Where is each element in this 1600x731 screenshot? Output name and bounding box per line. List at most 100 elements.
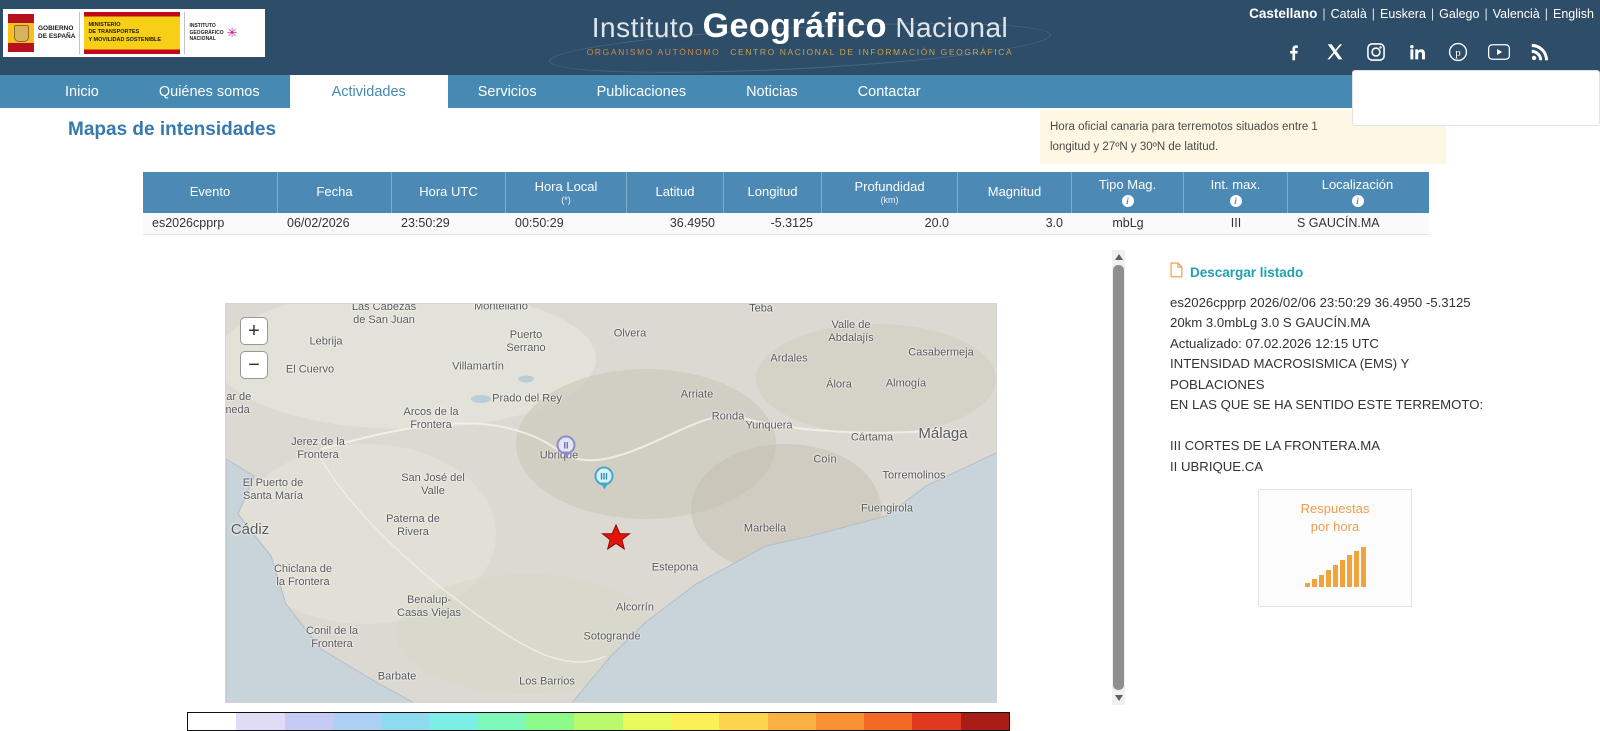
rss-icon[interactable] [1528, 40, 1552, 64]
social-icons: p [1282, 40, 1552, 64]
ign-logo[interactable]: Instituto Geográfico Nacional Organismo … [480, 7, 1120, 57]
language-link-english[interactable]: English [1553, 7, 1594, 21]
scale-segment [526, 713, 574, 730]
table-cell: 00:50:29 [506, 213, 627, 234]
language-separator: | [1322, 7, 1325, 21]
intensity-pin-III[interactable]: III [595, 467, 614, 486]
nav-item-qui-nes-somos[interactable]: Quiénes somos [129, 75, 290, 108]
scale-segment [719, 713, 767, 730]
language-link-catal[interactable]: Català [1331, 7, 1367, 21]
column-header-label: Latitud [655, 185, 694, 200]
column-header: Tipo Mag. i [1072, 172, 1184, 213]
table-body: es2026cpprp06/02/202623:50:2900:50:2936.… [143, 213, 1429, 235]
column-header-label: Magnitud [988, 185, 1041, 200]
bar [1319, 575, 1324, 587]
scale-segment [912, 713, 960, 730]
site-title-word: Nacional [895, 12, 1008, 43]
scale-segment [816, 713, 864, 730]
bar [1333, 565, 1338, 587]
spain-coat-of-arms-icon [8, 14, 34, 52]
scroll-up-arrow-icon[interactable] [1112, 250, 1125, 264]
nav-item-servicios[interactable]: Servicios [448, 75, 567, 108]
column-header-label: Hora Local [535, 180, 598, 195]
zoom-in-button[interactable]: + [240, 317, 268, 345]
pinterest-icon[interactable]: p [1446, 40, 1470, 64]
site-header: GOBIERNO DE ESPAÑA MINISTERIO DE TRANSPO… [0, 0, 1600, 75]
youtube-icon[interactable] [1487, 40, 1511, 64]
column-header-label: Tipo Mag. [1099, 178, 1156, 193]
x-twitter-icon[interactable] [1323, 40, 1347, 64]
scale-segment [961, 713, 1009, 730]
table-cell: III [1184, 213, 1288, 234]
language-link-galego[interactable]: Galego [1439, 7, 1479, 21]
nav-item-contactar[interactable]: Contactar [828, 75, 951, 108]
scale-segment [768, 713, 816, 730]
column-header-label: Longitud [748, 185, 798, 200]
language-switcher: Castellano|Català|Euskera|Galego|Valenci… [1249, 6, 1594, 21]
bar [1361, 547, 1366, 587]
intensity-map[interactable]: Las Cabezas de San JuanMontellanoTebaVal… [225, 303, 997, 703]
column-header-label: Evento [190, 185, 230, 200]
bar [1340, 560, 1345, 587]
government-logo-bar[interactable]: GOBIERNO DE ESPAÑA MINISTERIO DE TRANSPO… [3, 9, 265, 57]
vertical-scrollbar[interactable] [1112, 250, 1125, 705]
ministry-text: MINISTERIO DE TRANSPORTES Y MOVILIDAD SO… [88, 22, 161, 43]
ign-logo-glyph-icon: ✳ [227, 25, 238, 41]
column-header-label: Profundidad [854, 180, 924, 195]
column-header: Profundidad(km) [822, 172, 958, 213]
intensity-pin-II[interactable]: II [557, 436, 576, 455]
table-cell: 23:50:29 [392, 213, 506, 234]
spain-flag-icon: MINISTERIO DE TRANSPORTES Y MOVILIDAD SO… [84, 12, 180, 54]
table-cell: 06/02/2026 [278, 213, 392, 234]
map-marker-layer: IIIII [226, 304, 996, 702]
column-header: Evento [143, 172, 278, 213]
scrollbar-thumb[interactable] [1113, 265, 1124, 690]
page: GOBIERNO DE ESPAÑA MINISTERIO DE TRANSPO… [0, 0, 1600, 731]
page-title: Mapas de intensidades [68, 119, 276, 141]
site-subtitle-part: Centro Nacional de Información Geográfic… [730, 47, 1013, 57]
info-icon[interactable]: i [1122, 195, 1134, 207]
language-link-euskera[interactable]: Euskera [1380, 7, 1426, 21]
scale-segment [478, 713, 526, 730]
column-header-label: Fecha [316, 185, 352, 200]
language-separator: | [1484, 7, 1487, 21]
download-listing-link[interactable]: Descargar listado [1170, 262, 1502, 283]
table-cell: 3.0 [958, 213, 1072, 234]
site-title: Instituto Geográfico Nacional [480, 7, 1120, 46]
instagram-icon[interactable] [1364, 40, 1388, 64]
column-header: Int. max.i [1184, 172, 1288, 213]
pin-tail [600, 483, 608, 490]
table-cell: 36.4950 [627, 213, 724, 234]
nav-item-inicio[interactable]: Inicio [35, 75, 129, 108]
ign-mini-text: INSTITUTO GEOGRÁFICO NACIONAL [189, 23, 223, 43]
zoom-out-button[interactable]: − [240, 351, 268, 379]
pin-tail [562, 452, 570, 459]
column-header-label: Localización [1322, 178, 1394, 193]
nav-item-actividades[interactable]: Actividades [290, 75, 448, 108]
search-panel[interactable] [1352, 70, 1600, 126]
nav-item-publicaciones[interactable]: Publicaciones [567, 75, 716, 108]
nav-item-noticias[interactable]: Noticias [716, 75, 828, 108]
column-header: Magnitud [958, 172, 1072, 213]
chart-title: Respuestas por hora [1293, 500, 1377, 535]
divider [79, 12, 80, 54]
column-header: Latitud [627, 172, 724, 213]
info-icon[interactable]: i [1352, 195, 1364, 207]
table-row[interactable]: es2026cpprp06/02/202623:50:2900:50:2936.… [143, 213, 1429, 235]
search-input[interactable] [1353, 71, 1599, 125]
column-header: Fecha [278, 172, 392, 213]
scroll-down-arrow-icon[interactable] [1112, 691, 1125, 705]
divider [184, 12, 185, 54]
column-header: Hora UTC [392, 172, 506, 213]
language-link-castellano[interactable]: Castellano [1249, 6, 1317, 21]
scale-segment [864, 713, 912, 730]
language-link-valenci[interactable]: Valencià [1493, 7, 1540, 21]
language-separator: | [1545, 7, 1548, 21]
table-cell: es2026cpprp [143, 213, 278, 234]
info-icon[interactable]: i [1230, 195, 1242, 207]
map-zoom-controls: + − [240, 317, 268, 379]
facebook-icon[interactable] [1282, 40, 1306, 64]
linkedin-icon[interactable] [1405, 40, 1429, 64]
column-header: Localización i [1288, 172, 1427, 213]
document-icon [1170, 262, 1183, 283]
